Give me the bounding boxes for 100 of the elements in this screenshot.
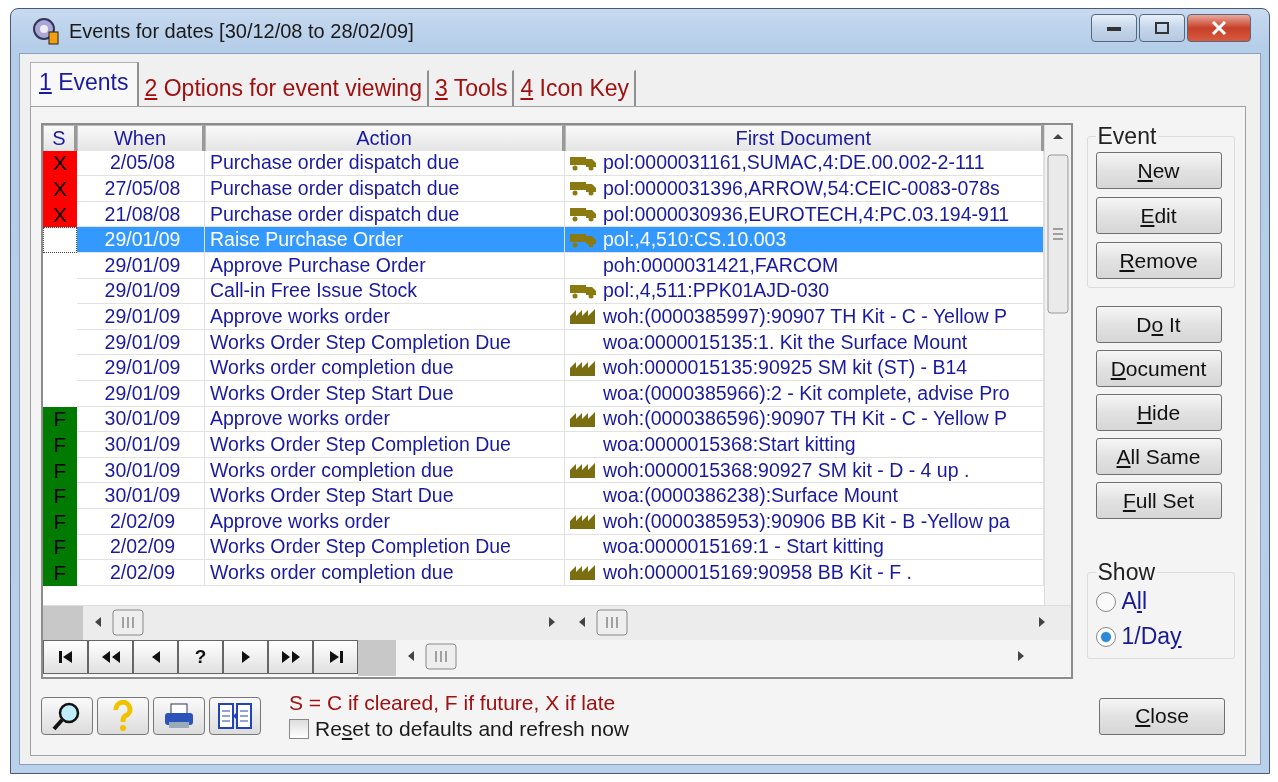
table-cell: 2/02/09 [77,534,205,561]
action-button[interactable]: Full Set [1095,482,1222,519]
table-cell: woa:0000015169:1 - Start kitting [565,534,1044,561]
factory-icon [569,462,597,478]
maximize-icon [1155,22,1169,34]
status-cell: X [43,150,77,177]
event-button[interactable]: Edit [1095,197,1222,234]
table-cell: Purchase order dispatch due [205,150,565,177]
table-cell: Approve Purchase Order [205,252,565,279]
minimize-icon [1107,25,1121,31]
table-cell: woh:(0000386596):90907 TH Kit - C - Yellow P [565,406,1044,433]
columns-icon [218,703,252,729]
scroll-corner [43,606,83,640]
column-header[interactable]: S [43,125,77,152]
status-cell: F [43,534,77,561]
truck-icon [569,282,597,299]
maximize-button[interactable] [1139,14,1185,42]
table-cell: Works order completion due [205,457,565,484]
navigator-button[interactable]: ? [178,640,223,674]
action-button[interactable]: Do It [1095,306,1222,343]
first-icon [57,650,74,664]
column-header[interactable]: Action [205,125,565,152]
rewind-icon [100,650,121,664]
window-title: Events for dates [30/12/08 to 28/02/09] [69,19,415,43]
search-icon [52,701,82,731]
table-cell: woa:0000015135:1. Kit the Surface Mount [565,329,1044,356]
table-cell: Raise Purchase Order [205,227,565,253]
event-button[interactable]: New [1095,152,1222,189]
table-cell: 30/01/09 [77,406,205,433]
status-cell: F [43,483,77,509]
table-cell: woh:0000015169:90958 BB Kit - F . [565,560,1044,586]
table-cell: 27/05/08 [77,176,205,202]
toolbar-button[interactable] [209,697,261,735]
table-cell: 2/05/08 [77,150,205,177]
radio-option[interactable]: All [1095,588,1226,615]
table-cell: 29/01/09 [77,329,205,356]
table-cell: 2/02/09 [77,508,205,535]
table-cell: pol:0000031161,SUMAC,4:DE.00.002-2-111 [565,150,1044,177]
navigator-button[interactable] [223,640,268,674]
truck-icon [569,231,597,248]
table-cell: Approve works order [205,304,565,330]
table-cell: 29/01/09 [77,304,205,330]
factory-icon [569,308,597,325]
navigator-button[interactable] [43,640,88,674]
table-cell: poh:0000031421,FARCOM [565,252,1044,279]
factory-icon [569,564,597,581]
table-cell: 29/01/09 [77,227,205,253]
status-cell: F [43,432,77,458]
column-header[interactable]: When [77,125,205,152]
table-cell: 29/01/09 [77,278,205,305]
column-header[interactable]: First Document [565,125,1044,152]
right-triangle-icon [240,650,251,664]
table-cell: 30/01/09 [77,483,205,509]
table-cell: woh:0000015135:90925 SM kit (ST) - B14 [565,355,1044,381]
action-button[interactable]: Document [1095,350,1222,387]
table-cell: 29/01/09 [77,252,205,279]
table-cell: pol:0000031396,ARROW,54:CEIC-0083-078s [565,176,1044,202]
navigator-button[interactable] [313,640,358,674]
truck-icon [569,154,597,171]
table-cell: 29/01/09 [77,380,205,407]
factory-icon [569,359,597,376]
status-cell: X [43,201,77,228]
table-cell: woa:(0000385966):2 - Kit complete, advise Pro [565,380,1044,407]
navigator-button[interactable] [133,640,178,674]
group-title: Show [1096,559,1157,586]
reset-checkbox[interactable]: Reset to defaults and refresh now [289,717,1099,741]
close-button[interactable]: Close [1099,697,1225,735]
toolbar-button[interactable] [153,697,205,735]
table-cell: 30/01/09 [77,432,205,458]
gear-icon [31,16,61,46]
table-cell: Works Order Step Completion Due [205,432,565,458]
event-button[interactable]: Remove [1095,242,1222,279]
table-cell: woh:0000015368:90927 SM kit - D - 4 up . [565,457,1044,484]
status-cell: F [43,560,77,586]
status-cell: X [43,176,77,202]
table-cell: 29/01/09 [77,355,205,381]
minimize-button[interactable] [1091,14,1137,42]
table-cell: Works Order Step Completion Due [205,329,565,356]
table-cell: Works Order Step Start Due [205,483,565,509]
table-cell: 30/01/09 [77,457,205,484]
truck-icon [569,180,597,197]
table-cell: woh:(0000385953):90906 BB Kit - B -Yellow pa [565,508,1044,535]
table-cell: woa:0000015368:Start kitting [565,432,1044,458]
tab[interactable]: 1 Events [30,62,139,106]
close-window-button[interactable] [1187,14,1251,42]
navigator-button[interactable] [268,640,313,674]
status-cell: F [43,508,77,535]
navigator-button[interactable] [88,640,133,674]
table-cell: Works Order Step Start Due [205,380,565,407]
question-mark-icon [113,700,133,732]
table-cell: pol:0000030936,EUROTECH,4:PC.03.194-911 [565,201,1044,228]
factory-icon [569,410,597,427]
table-cell: Works order completion due [205,355,565,381]
table-cell: woa:(0000386238):Surface Mount [565,483,1044,509]
action-button[interactable]: Hide [1095,394,1222,431]
radio-option[interactable]: 1/Day [1095,623,1226,650]
toolbar-button[interactable] [41,697,93,735]
fast-forward-icon [280,650,301,664]
table-cell: Purchase order dispatch due [205,176,565,202]
action-button[interactable]: All Same [1095,438,1222,475]
